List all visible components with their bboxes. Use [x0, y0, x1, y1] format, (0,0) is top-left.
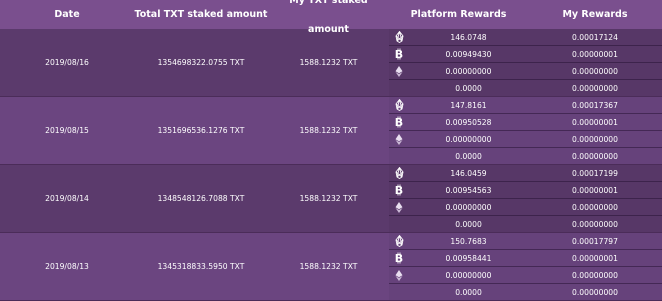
reward-line: 147.8161 0.00017367	[389, 97, 662, 114]
my-staked-cell: 1588.1232 TXT	[299, 126, 358, 135]
platform-reward-value: 0.0000	[455, 83, 482, 93]
my-reward-value: 0.00017367	[572, 100, 618, 110]
platform-reward-value: 147.8161	[450, 100, 487, 110]
table-body: 2019/08/16 1354698322.0755 TXT 1588.1232 T…	[0, 29, 662, 301]
my-reward-value: 0.00000001	[572, 253, 618, 263]
eos-icon	[389, 167, 409, 179]
platform-reward-value: 146.0748	[450, 32, 487, 42]
bitcoin-icon: B	[389, 48, 409, 60]
reward-line: 0.00000000 0.00000000	[389, 63, 662, 80]
my-reward-value: 0.00017797	[572, 236, 618, 246]
header-my-rewards: My Rewards	[562, 9, 628, 20]
platform-reward-value: 0.00954563	[445, 185, 492, 195]
bitcoin-icon: B	[389, 184, 409, 196]
platform-reward-value: 0.00000000	[445, 66, 492, 76]
reward-line: 0.00000000 0.00000000	[389, 267, 662, 284]
total-staked-cell: 1348548126.7088 TXT	[157, 194, 245, 203]
platform-reward-value: 146.0459	[450, 168, 487, 178]
my-reward-value: 0.00017124	[572, 32, 618, 42]
reward-line: B 0.00950528 0.00000001	[389, 114, 662, 131]
my-reward-value: 0.00000001	[572, 49, 618, 59]
total-staked-cell: 1345318833.5950 TXT	[157, 262, 245, 271]
reward-line: 146.0459 0.00017199	[389, 165, 662, 182]
svg-text:B: B	[395, 252, 403, 264]
my-staked-cell: 1588.1232 TXT	[299, 194, 358, 203]
date-cell: 2019/08/13	[45, 262, 89, 271]
my-reward-value: 0.00000000	[572, 219, 618, 229]
reward-line: 0.0000 0.00000000	[389, 148, 662, 164]
eos-icon	[389, 99, 409, 111]
my-staked-cell: 1588.1232 TXT	[299, 58, 358, 67]
platform-reward-value: 0.00000000	[445, 202, 492, 212]
total-staked-cell: 1354698322.0755 TXT	[157, 58, 245, 67]
my-reward-value: 0.00000000	[572, 287, 618, 297]
rewards-breakdown: 147.8161 0.00017367 B 0.00950528 0.00000001 0…	[389, 97, 662, 164]
my-reward-value: 0.00000000	[572, 66, 618, 76]
bitcoin-icon: B	[389, 116, 409, 128]
my-reward-value: 0.00000000	[572, 270, 618, 280]
table-row: 2019/08/16 1354698322.0755 TXT 1588.1232 T…	[0, 29, 662, 97]
staking-rewards-table: Date Total TXT staked amount My TXT stak…	[0, 0, 662, 301]
svg-text:B: B	[395, 48, 403, 60]
date-cell: 2019/08/15	[45, 126, 89, 135]
svg-text:B: B	[395, 184, 403, 196]
rewards-breakdown: 146.0459 0.00017199 B 0.00954563 0.00000001 0…	[389, 165, 662, 232]
reward-line: B 0.00954563 0.00000001	[389, 182, 662, 199]
ethereum-icon	[389, 201, 409, 213]
reward-line: 0.0000 0.00000000	[389, 284, 662, 300]
header-platform-rewards: Platform Rewards	[410, 9, 507, 20]
reward-line: 0.0000 0.00000000	[389, 216, 662, 232]
row-summary: 2019/08/14 1348548126.7088 TXT 1588.1232 T…	[0, 165, 389, 232]
ethereum-icon	[389, 65, 409, 77]
my-reward-value: 0.00000000	[572, 202, 618, 212]
platform-reward-value: 150.7683	[450, 236, 487, 246]
svg-text:B: B	[395, 116, 403, 128]
my-reward-value: 0.00000000	[572, 83, 618, 93]
reward-line: B 0.00958441 0.00000001	[389, 250, 662, 267]
platform-reward-value: 0.00958441	[445, 253, 492, 263]
reward-line: B 0.00949430 0.00000001	[389, 46, 662, 63]
platform-reward-value: 0.0000	[455, 151, 482, 161]
ethereum-icon	[389, 269, 409, 281]
row-summary: 2019/08/16 1354698322.0755 TXT 1588.1232 T…	[0, 29, 389, 96]
platform-reward-value: 0.00950528	[445, 117, 492, 127]
my-reward-value: 0.00000000	[572, 134, 618, 144]
my-reward-value: 0.00000000	[572, 151, 618, 161]
table-row: 2019/08/15 1351696536.1276 TXT 1588.1232 T…	[0, 97, 662, 165]
header-date: Date	[54, 9, 80, 20]
platform-reward-value: 0.0000	[455, 219, 482, 229]
table-header: Date Total TXT staked amount My TXT stak…	[0, 0, 662, 35]
reward-line: 150.7683 0.00017797	[389, 233, 662, 250]
row-summary: 2019/08/15 1351696536.1276 TXT 1588.1232 T…	[0, 97, 389, 164]
platform-reward-value: 0.00949430	[445, 49, 492, 59]
reward-line: 0.00000000 0.00000000	[389, 131, 662, 148]
my-reward-value: 0.00000001	[572, 117, 618, 127]
total-staked-cell: 1351696536.1276 TXT	[157, 126, 245, 135]
platform-reward-value: 0.0000	[455, 287, 482, 297]
reward-line: 0.00000000 0.00000000	[389, 199, 662, 216]
eos-icon	[389, 31, 409, 43]
header-total-staked: Total TXT staked amount	[134, 9, 268, 20]
eos-icon	[389, 235, 409, 247]
reward-line: 0.0000 0.00000000	[389, 80, 662, 96]
table-row: 2019/08/14 1348548126.7088 TXT 1588.1232 T…	[0, 165, 662, 233]
platform-reward-value: 0.00000000	[445, 134, 492, 144]
rewards-breakdown: 150.7683 0.00017797 B 0.00958441 0.00000001 0…	[389, 233, 662, 300]
table-row: 2019/08/13 1345318833.5950 TXT 1588.1232 T…	[0, 233, 662, 301]
reward-line: 146.0748 0.00017124	[389, 29, 662, 46]
date-cell: 2019/08/14	[45, 194, 89, 203]
rewards-breakdown: 146.0748 0.00017124 B 0.00949430 0.00000001 0…	[389, 29, 662, 96]
bitcoin-icon: B	[389, 252, 409, 264]
my-staked-cell: 1588.1232 TXT	[299, 262, 358, 271]
row-summary: 2019/08/13 1345318833.5950 TXT 1588.1232 T…	[0, 233, 389, 300]
date-cell: 2019/08/16	[45, 58, 89, 67]
my-reward-value: 0.00017199	[572, 168, 618, 178]
ethereum-icon	[389, 133, 409, 145]
my-reward-value: 0.00000001	[572, 185, 618, 195]
platform-reward-value: 0.00000000	[445, 270, 492, 280]
